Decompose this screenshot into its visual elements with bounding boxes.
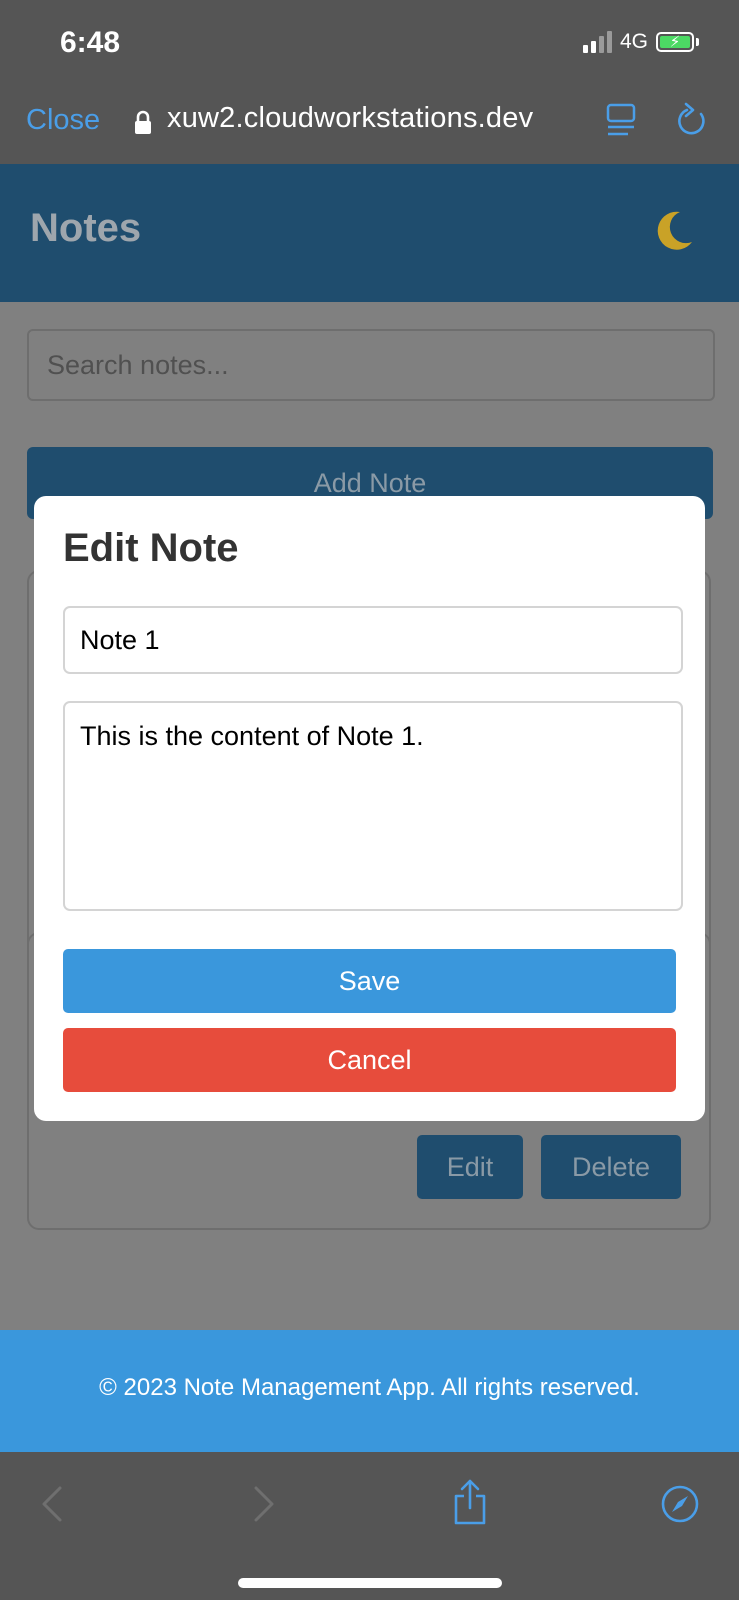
compass-icon[interactable] <box>660 1484 700 1524</box>
browser-address-bar: Close xuw2.cloudworkstations.dev <box>0 80 739 164</box>
status-indicators: 4G ⚡ <box>582 30 699 54</box>
app-title: Notes <box>30 206 142 250</box>
page-footer: © 2023 Note Management App. All rights r… <box>0 1330 739 1452</box>
edit-note-button[interactable]: Edit <box>417 1135 523 1199</box>
moon-icon[interactable] <box>650 208 696 254</box>
home-indicator <box>238 1578 502 1588</box>
reader-mode-icon[interactable] <box>606 102 636 138</box>
reload-icon[interactable] <box>675 102 709 138</box>
lock-icon <box>135 110 151 134</box>
note-title-input[interactable] <box>63 606 683 674</box>
forward-icon[interactable] <box>252 1484 276 1524</box>
save-button[interactable]: Save <box>63 949 676 1013</box>
status-time: 6:48 <box>60 26 121 59</box>
note-content-input[interactable]: This is the content of Note 1. <box>63 701 683 911</box>
footer-text: © 2023 Note Management App. All rights r… <box>99 1374 640 1401</box>
delete-note-button[interactable]: Delete <box>541 1135 681 1199</box>
url-text[interactable]: xuw2.cloudworkstations.dev <box>167 102 533 135</box>
search-input[interactable]: Search notes... <box>27 329 715 401</box>
share-icon[interactable] <box>452 1478 488 1526</box>
close-button[interactable]: Close <box>26 104 100 137</box>
edit-note-modal: Edit Note This is the content of Note 1.… <box>34 496 705 1121</box>
network-type: 4G <box>619 30 648 53</box>
battery-icon: ⚡ <box>656 32 694 52</box>
app-header: Notes <box>0 164 739 302</box>
modal-title: Edit Note <box>63 526 239 570</box>
signal-icon <box>582 31 612 53</box>
cancel-button[interactable]: Cancel <box>63 1028 676 1092</box>
status-bar: 6:48 4G ⚡ <box>0 0 739 80</box>
back-icon[interactable] <box>40 1484 64 1524</box>
